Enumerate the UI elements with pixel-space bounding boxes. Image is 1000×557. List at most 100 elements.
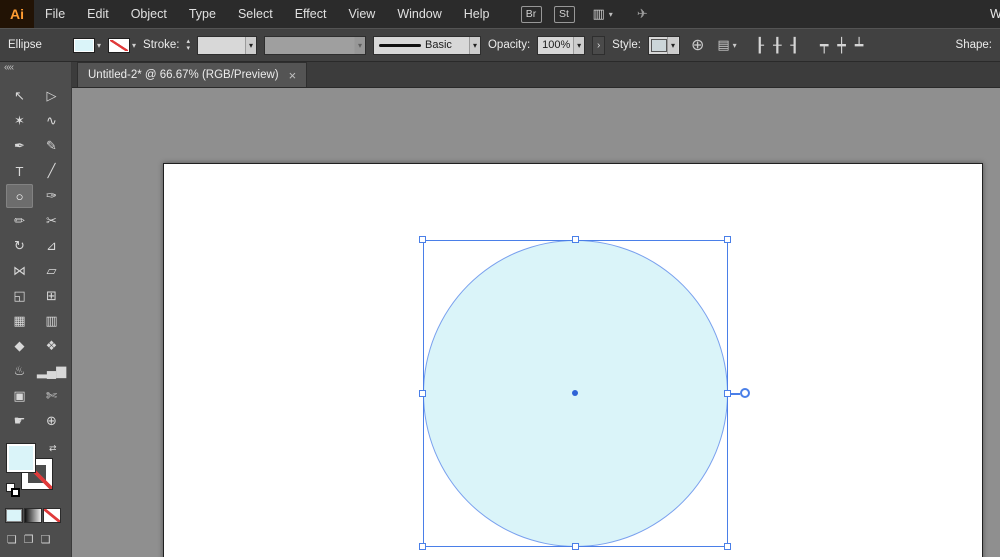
align-vertical-top-icon[interactable]: ┯ [820, 37, 828, 54]
artboard-tool[interactable]: ▣ [6, 384, 33, 408]
blend-tool[interactable]: ❖ [38, 334, 65, 358]
selection-tool[interactable]: ↖ [6, 84, 33, 108]
column-graph-tool[interactable]: ▂▄▆ [37, 359, 66, 383]
menu-window[interactable]: Window [386, 0, 452, 28]
app-logo[interactable]: Ai [0, 0, 34, 28]
fill-color-control[interactable]: ▾ [73, 37, 101, 53]
bridge-badge[interactable]: Br [520, 5, 542, 23]
stroke-weight-combo[interactable]: ▾ [196, 35, 257, 55]
stock-badge[interactable]: St [553, 5, 575, 23]
shape-builder-tool[interactable]: ◱ [6, 284, 33, 308]
chevron-down-icon[interactable]: ▾ [353, 36, 365, 54]
chevron-down-icon[interactable]: ▾ [244, 36, 256, 54]
live-shape-widget[interactable] [740, 388, 750, 398]
direct-selection-tool[interactable]: ▷ [38, 84, 65, 108]
selection-handle-top-right[interactable] [724, 236, 731, 243]
symbol-sprayer-tool[interactable]: ♨ [6, 359, 33, 383]
slice-tool[interactable]: ✄ [38, 384, 65, 408]
ellipse-tool[interactable]: ○ [6, 184, 33, 208]
align-horizontal-right-icon[interactable]: ┨ [791, 37, 799, 54]
gradient-button[interactable] [24, 508, 42, 523]
share-icon[interactable]: ✈ [637, 6, 648, 22]
align-vertical-bottom-icon[interactable]: ┷ [855, 37, 863, 54]
selection-handle-middle-right[interactable] [724, 390, 731, 397]
stroke-weight-stepper[interactable]: ▴ ▾ [186, 38, 190, 52]
selection-handle-bottom-center[interactable] [572, 543, 579, 550]
line-segment-tool[interactable]: ╱ [38, 159, 65, 183]
draw-normal-icon[interactable]: ❏ [7, 533, 17, 546]
perspective-grid-tool[interactable]: ⊞ [38, 284, 65, 308]
type-tool[interactable]: T [6, 159, 33, 183]
swap-fill-stroke-icon[interactable]: ⇄ [49, 443, 57, 454]
opacity-value: 100% [542, 39, 571, 51]
stroke-label: Stroke: [143, 39, 180, 51]
menu-view[interactable]: View [337, 0, 386, 28]
fill-swatch[interactable] [73, 37, 95, 53]
stepper-down-icon[interactable]: ▾ [186, 45, 190, 52]
scale-tool[interactable]: ⊿ [38, 234, 65, 258]
stroke-none-swatch[interactable] [108, 37, 131, 53]
shape-center-point[interactable] [572, 390, 578, 396]
stroke-color-control[interactable]: ▾ [108, 37, 136, 53]
pencil-tool[interactable]: ✏ [6, 209, 33, 233]
zoom-tool[interactable]: ⊕ [38, 409, 65, 433]
menu-effect[interactable]: Effect [284, 0, 338, 28]
lasso-tool[interactable]: ∿ [38, 109, 65, 133]
brush-definition-combo[interactable]: Basic ▾ [372, 35, 481, 55]
document-tab[interactable]: Untitled-2* @ 66.67% (RGB/Preview) × [77, 62, 308, 87]
selection-handle-top-left[interactable] [419, 236, 426, 243]
none-button[interactable] [43, 508, 61, 523]
chevron-down-icon[interactable]: ▾ [97, 41, 101, 50]
document-setup-icon[interactable]: ▤ ▾ [717, 37, 736, 53]
collapse-panel-button[interactable]: «« [0, 62, 71, 75]
selection-handle-middle-left[interactable] [419, 390, 426, 397]
fill-color-swatch[interactable] [6, 443, 36, 473]
scissors-tool[interactable]: ✂ [38, 209, 65, 233]
selection-handle-top-center[interactable] [572, 236, 579, 243]
stepper-up-icon[interactable]: ▴ [186, 38, 190, 45]
menu-edit[interactable]: Edit [76, 0, 120, 28]
chevron-down-icon[interactable]: ▾ [132, 41, 136, 50]
menu-object[interactable]: Object [120, 0, 178, 28]
eyedropper-tool[interactable]: ◆ [6, 334, 33, 358]
globe-icon[interactable]: ⊕ [691, 35, 704, 55]
free-transform-tool[interactable]: ▱ [38, 259, 65, 283]
menu-file[interactable]: File [34, 0, 76, 28]
mesh-tool[interactable]: ▦ [6, 309, 33, 333]
paintbrush-tool[interactable]: ✑ [38, 184, 65, 208]
color-button[interactable] [5, 508, 23, 523]
draw-inside-icon[interactable]: ❑ [41, 533, 51, 546]
graphic-style-combo[interactable]: ▾ [647, 35, 680, 55]
rotate-tool[interactable]: ↻ [6, 234, 33, 258]
active-tool-label: Ellipse [8, 39, 42, 51]
menu-help[interactable]: Help [453, 0, 501, 28]
arrange-documents-icon[interactable]: ▥ ▾ [593, 6, 613, 22]
width-tool[interactable]: ⋈ [6, 259, 33, 283]
gradient-tool[interactable]: ▥ [38, 309, 65, 333]
align-horizontal-center-icon[interactable]: ╂ [773, 37, 781, 54]
canvas-area[interactable] [72, 88, 1000, 557]
hand-tool[interactable]: ☛ [6, 409, 33, 433]
opacity-combo[interactable]: 100% ▾ [537, 35, 586, 55]
close-tab-icon[interactable]: × [289, 68, 297, 83]
magic-wand-tool[interactable]: ✶ [6, 109, 33, 133]
chevron-down-icon[interactable]: ▾ [468, 36, 480, 54]
default-fill-stroke-icon[interactable] [6, 483, 21, 498]
align-vertical-center-icon[interactable]: ┿ [837, 37, 845, 54]
align-horizontal-left-icon[interactable]: ┠ [756, 37, 764, 54]
pen-tool[interactable]: ✒ [6, 134, 33, 158]
curvature-tool[interactable]: ✎ [38, 134, 65, 158]
opacity-panel-button[interactable]: › [592, 35, 606, 55]
tools-panel: «« ↖ ▷ ✶ ∿ ✒ ✎ T ╱ ○ ✑ ✏ ✂ ↻ ⊿ ⋈ ▱ ◱ ⊞ ▦ ▥ ◆ ❖ ♨ ▂▄▆ ▣ ✄ ☛ ⊕ ⇄ ❏ [0, 62, 72, 557]
draw-behind-icon[interactable]: ❐ [24, 533, 34, 546]
panel-icon: ▤ [717, 37, 730, 52]
main-row: «« ↖ ▷ ✶ ∿ ✒ ✎ T ╱ ○ ✑ ✏ ✂ ↻ ⊿ ⋈ ▱ ◱ ⊞ ▦ ▥ ◆ ❖ ♨ ▂▄▆ ▣ ✄ ☛ ⊕ ⇄ ❏ [0, 62, 1000, 557]
width-profile-combo[interactable]: ▾ [263, 35, 366, 55]
selection-handle-bottom-left[interactable] [419, 543, 426, 550]
chevron-down-icon[interactable]: ▾ [573, 36, 585, 54]
menu-type[interactable]: Type [178, 0, 227, 28]
selection-handle-bottom-right[interactable] [724, 543, 731, 550]
chevron-down-icon[interactable]: ▾ [666, 36, 678, 54]
menu-select[interactable]: Select [227, 0, 284, 28]
menu-list: File Edit Object Type Select Effect View Window… [34, 0, 501, 28]
